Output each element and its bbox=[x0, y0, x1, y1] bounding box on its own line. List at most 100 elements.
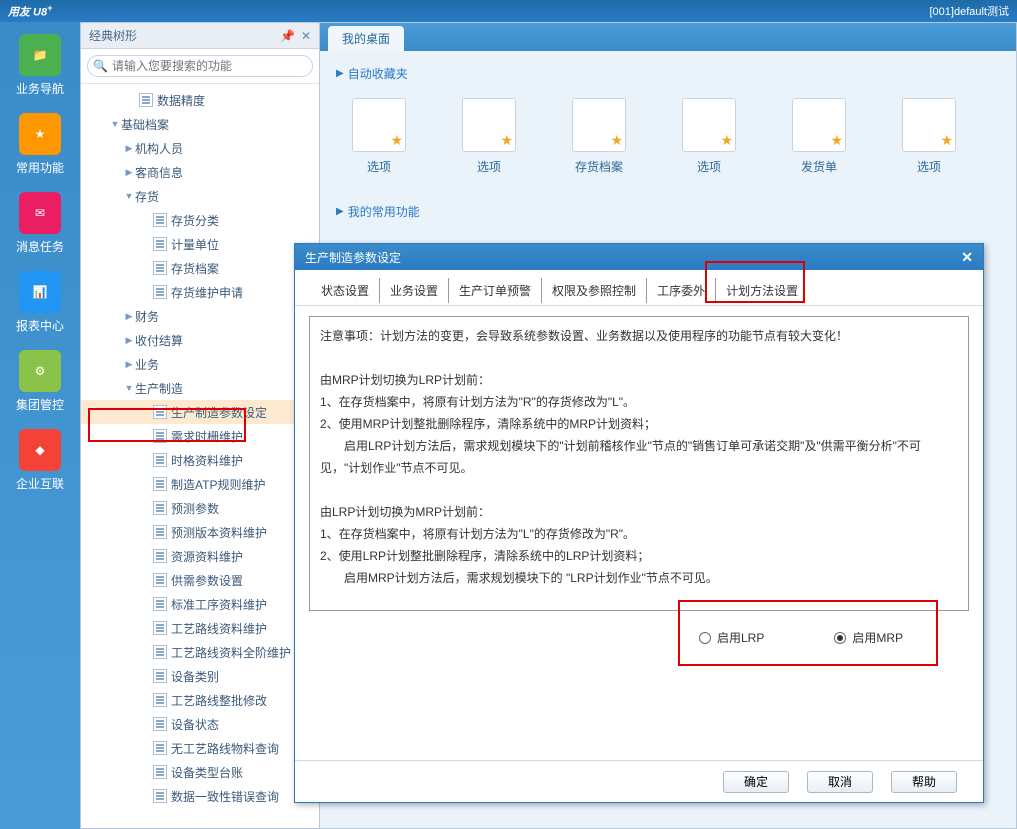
title-bar: 用友 U8+ [001]default测试 bbox=[0, 0, 1017, 22]
radio-mrp[interactable]: 启用MRP bbox=[834, 629, 903, 646]
tree-label: 存货 bbox=[135, 188, 159, 205]
tree-node[interactable]: 生产制造参数设定 bbox=[81, 400, 319, 424]
tile-label: 选项 bbox=[477, 158, 501, 175]
dialog-tab[interactable]: 计划方法设置 bbox=[715, 278, 808, 303]
tree-node[interactable]: 工艺路线整批修改 bbox=[81, 688, 319, 712]
tree-node[interactable]: 存货档案 bbox=[81, 256, 319, 280]
tree-node[interactable]: 预测版本资料维护 bbox=[81, 520, 319, 544]
dialog-tab[interactable]: 工序委外 bbox=[646, 278, 715, 303]
tree-label: 制造ATP规则维护 bbox=[171, 476, 265, 493]
chevron-right-icon: ▶ bbox=[336, 68, 344, 79]
pin-icon[interactable]: 📌 bbox=[280, 29, 295, 43]
search-input[interactable] bbox=[87, 55, 313, 77]
radio-row: 启用LRP 启用MRP bbox=[699, 629, 969, 646]
chevron-right-icon: ▶ bbox=[123, 335, 135, 346]
doc-icon bbox=[153, 525, 167, 539]
tree-node[interactable]: ▶机构人员 bbox=[81, 136, 319, 160]
tile-label: 选项 bbox=[367, 158, 391, 175]
section-common[interactable]: ▶我的常用功能 bbox=[336, 203, 1000, 220]
radio-lrp[interactable]: 启用LRP bbox=[699, 629, 764, 646]
tree-label: 时格资料维护 bbox=[171, 452, 243, 469]
tile[interactable]: 发货单 bbox=[792, 98, 846, 175]
chevron-right-icon: ▶ bbox=[336, 206, 344, 217]
tile-label: 选项 bbox=[917, 158, 941, 175]
tree-node[interactable]: 供需参数设置 bbox=[81, 568, 319, 592]
dialog-tab[interactable]: 状态设置 bbox=[311, 278, 379, 303]
dialog-tab[interactable]: 生产订单预警 bbox=[448, 278, 541, 303]
tree-node[interactable]: ▶客商信息 bbox=[81, 160, 319, 184]
tile[interactable]: 选项 bbox=[462, 98, 516, 175]
tree-label: 存货维护申请 bbox=[171, 284, 243, 301]
tree-node[interactable]: 时格资料维护 bbox=[81, 448, 319, 472]
ok-button[interactable]: 确定 bbox=[723, 771, 789, 793]
notice-line: 启用MRP计划方法后，需求规划模块下的 "LRP计划作业"节点不可见。 bbox=[320, 567, 958, 589]
tree-node[interactable]: 设备类别 bbox=[81, 664, 319, 688]
tree-node[interactable]: ▶财务 bbox=[81, 304, 319, 328]
nav-msg[interactable]: ✉消息任务 bbox=[16, 192, 64, 255]
tab-desktop[interactable]: 我的桌面 bbox=[328, 26, 404, 51]
dialog-title: 生产制造参数设定 bbox=[305, 249, 401, 266]
tree-node[interactable]: 资源资料维护 bbox=[81, 544, 319, 568]
tile[interactable]: 选项 bbox=[352, 98, 406, 175]
chevron-right-icon: ▶ bbox=[123, 311, 135, 322]
doc-icon bbox=[153, 501, 167, 515]
tree-label: 需求时栅维护 bbox=[171, 428, 243, 445]
close-icon[interactable]: ✕ bbox=[301, 29, 311, 43]
tree-label: 机构人员 bbox=[135, 140, 183, 157]
tree-node[interactable]: ▶收付结算 bbox=[81, 328, 319, 352]
dialog-tab[interactable]: 权限及参照控制 bbox=[541, 278, 646, 303]
tree-body: 数据精度▼基础档案▶机构人员▶客商信息▼存货存货分类计量单位存货档案存货维护申请… bbox=[81, 84, 319, 828]
tree-node[interactable]: 制造ATP规则维护 bbox=[81, 472, 319, 496]
tile-label: 存货档案 bbox=[575, 158, 623, 175]
tree-label: 无工艺路线物料查询 bbox=[171, 740, 279, 757]
tree-search: 🔍 bbox=[81, 49, 319, 84]
search-icon: 🔍 bbox=[93, 59, 108, 73]
folder-icon: 📁 bbox=[19, 34, 61, 76]
tree-node[interactable]: 计量单位 bbox=[81, 232, 319, 256]
tree-node[interactable]: 设备状态 bbox=[81, 712, 319, 736]
cancel-button[interactable]: 取消 bbox=[807, 771, 873, 793]
tree-node[interactable]: ▼基础档案 bbox=[81, 112, 319, 136]
network-icon: ⚙ bbox=[19, 350, 61, 392]
close-icon[interactable]: ✕ bbox=[961, 249, 973, 266]
tree-node[interactable]: 工艺路线资料全阶维护 bbox=[81, 640, 319, 664]
tree-node[interactable]: 标准工序资料维护 bbox=[81, 592, 319, 616]
tile[interactable]: 选项 bbox=[902, 98, 956, 175]
tree-node[interactable]: 工艺路线资料维护 bbox=[81, 616, 319, 640]
nav-group[interactable]: ⚙集团管控 bbox=[16, 350, 64, 413]
tree-label: 设备状态 bbox=[171, 716, 219, 733]
tile[interactable]: 存货档案 bbox=[572, 98, 626, 175]
tree-node[interactable]: ▼生产制造 bbox=[81, 376, 319, 400]
doc-icon bbox=[139, 93, 153, 107]
tree-node[interactable]: 预测参数 bbox=[81, 496, 319, 520]
notice-line: 注意事项：计划方法的变更，会导致系统参数设置、业务数据以及使用程序的功能节点有较… bbox=[320, 325, 958, 347]
tree-node[interactable]: 无工艺路线物料查询 bbox=[81, 736, 319, 760]
tree-node[interactable]: 需求时栅维护 bbox=[81, 424, 319, 448]
nav-report[interactable]: 📊报表中心 bbox=[16, 271, 64, 334]
dialog-body: 注意事项：计划方法的变更，会导致系统参数设置、业务数据以及使用程序的功能节点有较… bbox=[295, 306, 983, 760]
nav-fav[interactable]: ★常用功能 bbox=[16, 113, 64, 176]
dialog-tab[interactable]: 业务设置 bbox=[379, 278, 448, 303]
help-button[interactable]: 帮助 bbox=[891, 771, 957, 793]
tile-icon bbox=[792, 98, 846, 152]
dialog-footer: 确定 取消 帮助 bbox=[295, 760, 983, 802]
dialog-tabs: 状态设置业务设置生产订单预警权限及参照控制工序委外计划方法设置 bbox=[295, 276, 983, 306]
tree-node[interactable]: 存货维护申请 bbox=[81, 280, 319, 304]
tree-node[interactable]: 存货分类 bbox=[81, 208, 319, 232]
content-tabs: 我的桌面 bbox=[320, 23, 1016, 51]
tree-panel: 经典树形 📌✕ 🔍 数据精度▼基础档案▶机构人员▶客商信息▼存货存货分类计量单位… bbox=[80, 22, 320, 829]
section-auto-fav[interactable]: ▶自动收藏夹 bbox=[336, 65, 1000, 82]
tree-label: 设备类别 bbox=[171, 668, 219, 685]
tree-label: 存货档案 bbox=[171, 260, 219, 277]
tree-label: 存货分类 bbox=[171, 212, 219, 229]
tree-node[interactable]: ▶业务 bbox=[81, 352, 319, 376]
tree-node[interactable]: 数据精度 bbox=[81, 88, 319, 112]
radio-icon bbox=[834, 632, 846, 644]
nav-biz[interactable]: 📁业务导航 bbox=[16, 34, 64, 97]
tree-node[interactable]: 数据一致性错误查询 bbox=[81, 784, 319, 808]
tree-node[interactable]: 设备类型台账 bbox=[81, 760, 319, 784]
tree-label: 生产制造参数设定 bbox=[171, 404, 267, 421]
tree-node[interactable]: ▼存货 bbox=[81, 184, 319, 208]
nav-ent[interactable]: ◆企业互联 bbox=[16, 429, 64, 492]
tile[interactable]: 选项 bbox=[682, 98, 736, 175]
